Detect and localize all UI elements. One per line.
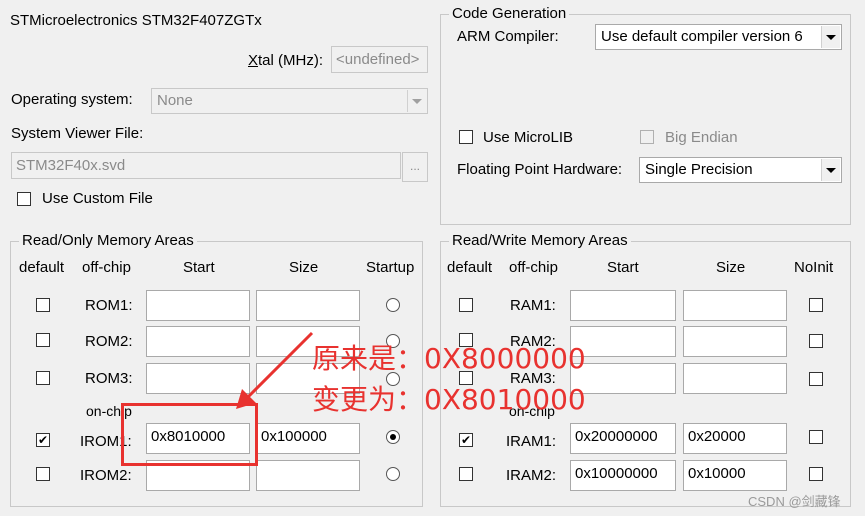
pointer-arrow-icon [236,331,314,409]
iram2-label: IRAM2: [506,467,557,484]
os-label: Operating system: [11,91,133,108]
arm-compiler-select[interactable]: Use default compiler version 6 [595,24,842,50]
big-endian-label: Big Endian [665,129,738,146]
iram1-default-checkbox[interactable]: ✔ [459,433,473,447]
use-microlib-label: Use MicroLIB [483,129,574,146]
ram3-start-input[interactable] [570,363,676,394]
os-select[interactable]: None [151,88,428,114]
rom1-label: ROM1: [85,297,133,314]
ram1-default-checkbox[interactable] [459,298,473,312]
ram1-noinit-checkbox[interactable] [809,298,823,312]
svd-input[interactable]: STM32F40x.svd [11,152,401,179]
rom1-startup-radio[interactable] [386,298,400,312]
ram2-noinit-checkbox[interactable] [809,334,823,348]
iram1-start-input[interactable]: 0x20000000 [570,423,676,454]
read-only-memory-title: Read/Only Memory Areas [19,232,197,250]
irom2-startup-radio[interactable] [386,467,400,481]
chevron-down-icon [821,26,840,48]
rw-header-size: Size [716,259,746,276]
rom1-start-input[interactable] [146,290,250,321]
fph-label: Floating Point Hardware: [457,161,623,178]
svd-browse-button[interactable]: ... [402,152,428,182]
use-microlib-checkbox[interactable] [459,130,473,144]
rw-header-offchip: off-chip [509,259,558,276]
watermark: CSDN @剑藏锋 [748,494,841,509]
code-generation-title: Code Generation [449,5,570,23]
ram1-size-input[interactable] [683,290,787,321]
iram1-noinit-checkbox[interactable] [809,430,823,444]
xtal-label: Xtal (MHz): [248,52,324,69]
ram3-size-input[interactable] [683,363,787,394]
rom3-default-checkbox[interactable] [36,371,50,385]
irom2-default-checkbox[interactable] [36,467,50,481]
ro-header-size: Size [289,259,319,276]
fph-select[interactable]: Single Precision [639,157,842,183]
use-custom-file-label: Use Custom File [42,190,153,207]
ro-header-default: default [19,259,65,276]
ram1-label: RAM1: [510,297,556,314]
iram1-size-input[interactable]: 0x20000 [683,423,787,454]
ram2-start-input[interactable] [570,326,676,357]
ram1-start-input[interactable] [570,290,676,321]
iram2-default-checkbox[interactable] [459,467,473,481]
rw-header-default: default [447,259,493,276]
rom2-label: ROM2: [85,333,133,350]
ram3-noinit-checkbox[interactable] [809,372,823,386]
ro-header-offchip: off-chip [82,259,131,276]
rw-header-noinit: NoInit [794,259,834,276]
irom2-label: IROM2: [80,467,132,484]
rom1-size-input[interactable] [256,290,360,321]
os-value: None [157,92,193,109]
rom1-default-checkbox[interactable] [36,298,50,312]
irom1-size-input[interactable]: 0x100000 [256,423,360,454]
arm-compiler-label: ARM Compiler: [457,28,559,45]
chevron-down-icon [407,90,426,112]
fph-value: Single Precision [645,161,753,178]
chevron-down-icon [821,159,840,181]
irom1-default-checkbox[interactable]: ✔ [36,433,50,447]
check-icon: ✔ [460,433,472,447]
rom2-default-checkbox[interactable] [36,333,50,347]
irom2-size-input[interactable] [256,460,360,491]
iram2-start-input[interactable]: 0x10000000 [570,460,676,491]
check-icon: ✔ [37,433,49,447]
annotation-original: 原来是：0X8000000 [312,342,586,375]
use-custom-file-checkbox[interactable] [17,192,31,206]
svd-label: System Viewer File: [11,125,144,142]
device-name: STMicroelectronics STM32F407ZGTx [10,12,262,29]
annotation-changed: 变更为：0X8010000 [312,383,586,416]
iram2-size-input[interactable]: 0x10000 [683,460,787,491]
ro-header-startup: Startup [366,259,415,276]
iram1-label: IRAM1: [506,433,557,450]
arm-compiler-value: Use default compiler version 6 [601,28,803,45]
rw-header-start: Start [607,259,639,276]
xtal-input[interactable]: <undefined> [331,46,428,73]
big-endian-checkbox[interactable] [640,130,654,144]
ram2-size-input[interactable] [683,326,787,357]
irom1-startup-radio[interactable] [386,430,400,444]
rom3-label: ROM3: [85,370,133,387]
ro-header-start: Start [183,259,215,276]
read-write-memory-title: Read/Write Memory Areas [449,232,631,250]
iram2-noinit-checkbox[interactable] [809,467,823,481]
